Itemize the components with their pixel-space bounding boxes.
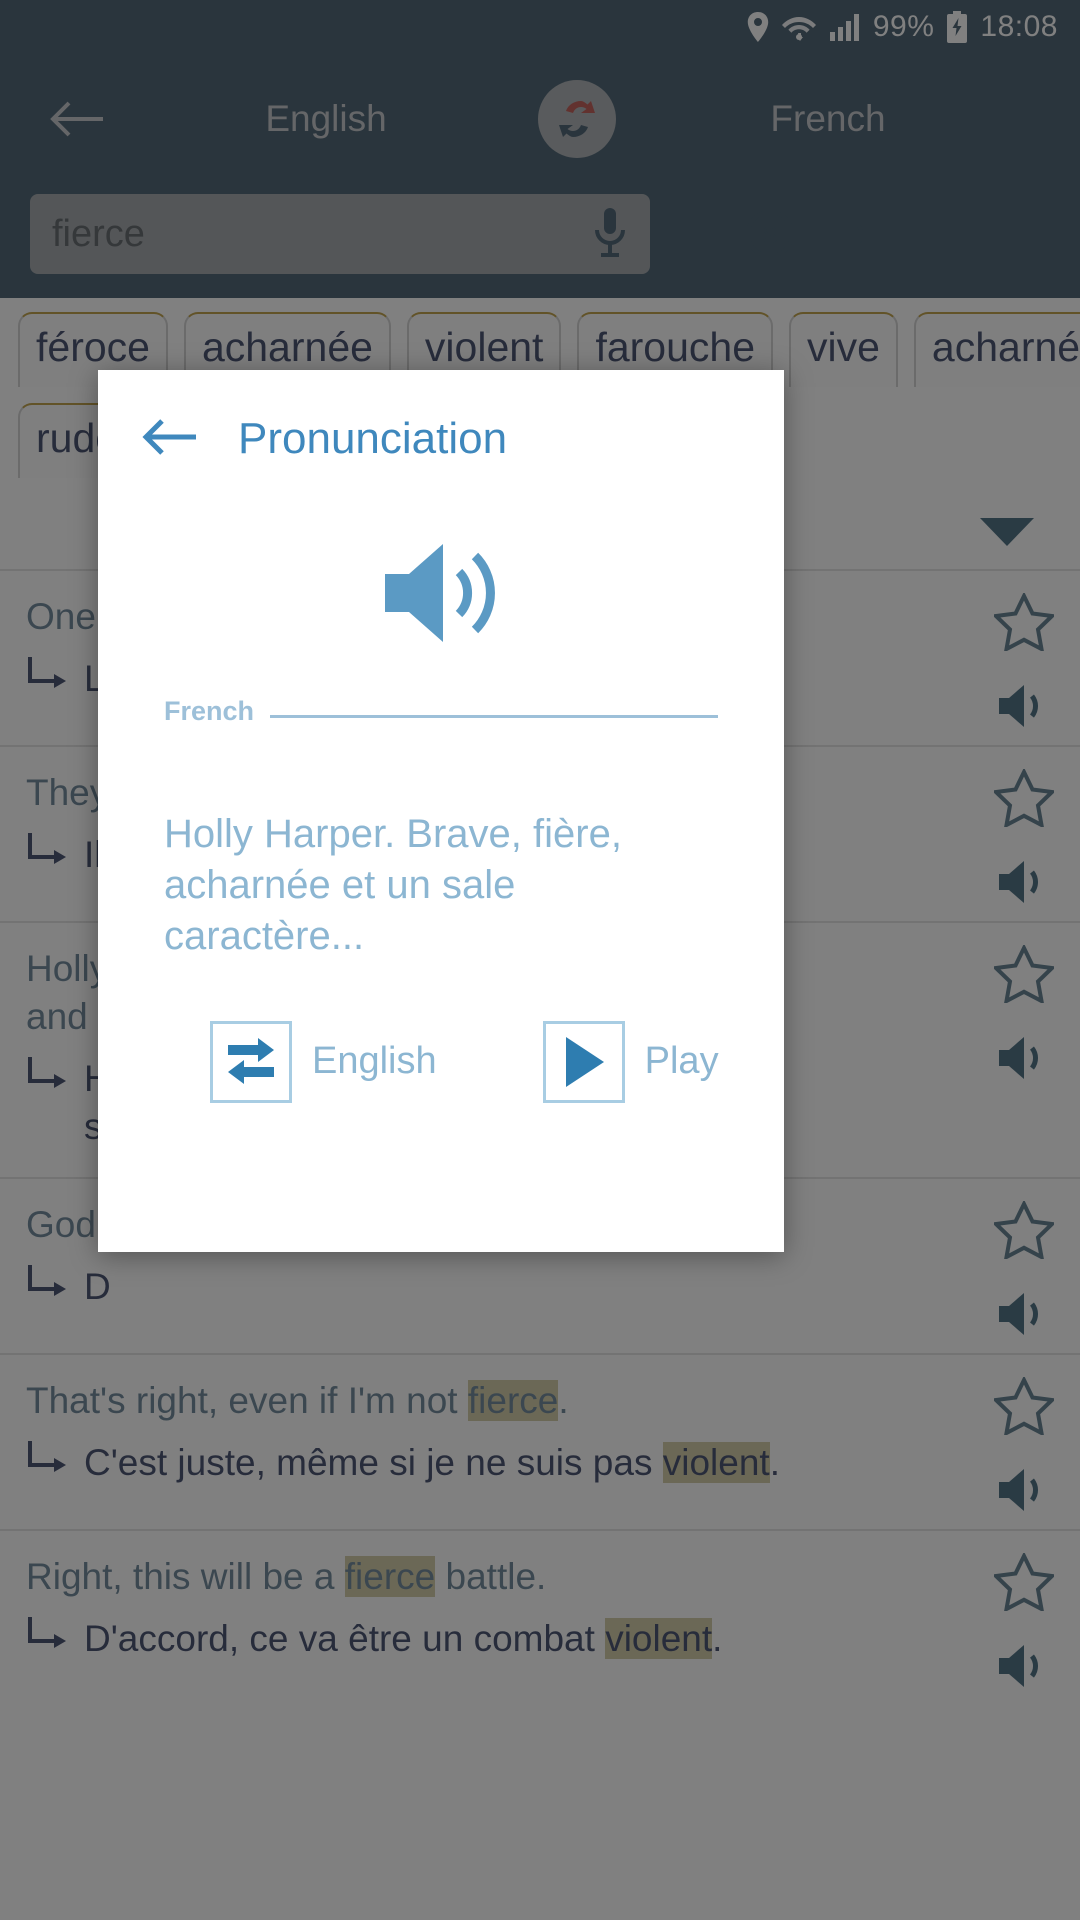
play-button[interactable]: Play [542,1020,719,1103]
play-label: Play [644,1040,719,1083]
dialog-title: Pronunciation [238,414,508,463]
play-triangle-icon [542,1020,625,1103]
dialog-language-label: French [164,696,255,726]
swap-arrows-icon [210,1020,292,1103]
back-arrow-icon[interactable] [142,416,198,463]
dialog-header: Pronunciation [98,370,784,464]
phone-screen: 99% 18:08 English [0,0,1080,1920]
switch-language-label: English [312,1040,437,1083]
speaker-large-icon[interactable] [98,542,784,644]
dialog-pronunciation-text: Holly Harper. Brave, fière, acharnée et … [164,812,622,959]
switch-language-button[interactable]: English [210,1020,437,1103]
dialog-divider [270,715,718,718]
dialog-language-row: French [98,644,784,727]
dialog-buttons: English Play [98,963,784,1103]
pronunciation-dialog: Pronunciation French Holly Harper. Brave… [98,370,784,1252]
